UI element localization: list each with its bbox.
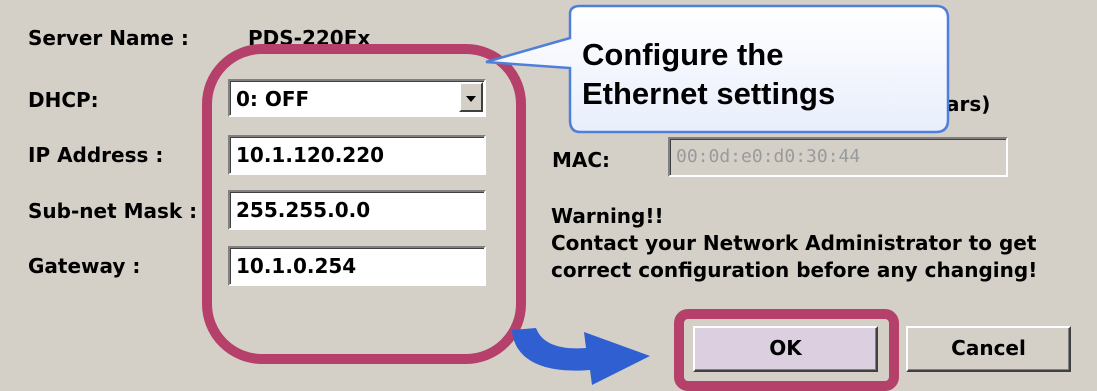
callout-line-2: Ethernet settings — [582, 76, 836, 111]
gateway-label: Gateway : — [28, 254, 141, 278]
mac-label: MAC: — [552, 148, 611, 172]
dhcp-label: DHCP: — [28, 88, 99, 112]
cancel-button[interactable]: Cancel — [906, 326, 1071, 372]
curved-arrow-icon — [512, 328, 650, 385]
server-name-label: Server Name : — [28, 26, 189, 50]
warning-line-2: correct configuration before any changin… — [551, 258, 1038, 282]
ip-address-label: IP Address : — [28, 143, 164, 167]
subnet-mask-label: Sub-net Mask : — [28, 199, 198, 223]
warning-line-1: Contact your Network Administrator to ge… — [551, 231, 1037, 255]
ok-button-highlight — [674, 309, 899, 391]
warning-title: Warning!! — [551, 204, 664, 228]
callout-line-1: Configure the — [582, 37, 784, 72]
